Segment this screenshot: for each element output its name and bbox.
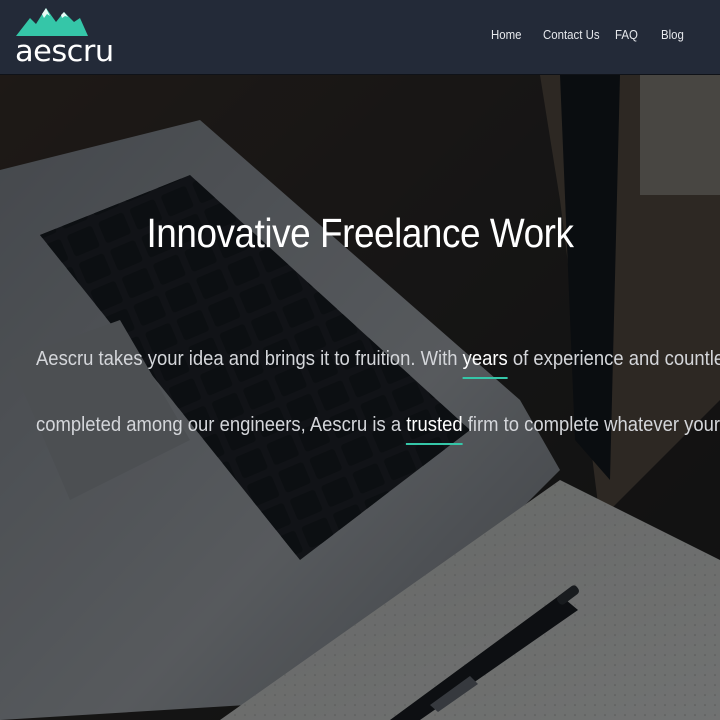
nav-home-link[interactable]: Home bbox=[491, 27, 522, 42]
hero-section: Innovative Freelance Work Aescru takes y… bbox=[0, 75, 720, 720]
hero-description-line-2: completed among our engineers, Aescru is… bbox=[36, 413, 720, 445]
line1-text-before: Aescru takes your idea and brings it to … bbox=[36, 347, 463, 370]
highlight-years: years bbox=[462, 347, 508, 379]
navbar: aescru Home Contact Us FAQ Blog bbox=[0, 0, 720, 75]
line2-text-after: firm to complete whatever your task is. bbox=[467, 413, 720, 436]
hero-description-line-1: Aescru takes your idea and brings it to … bbox=[36, 347, 720, 379]
highlight-trusted: trusted bbox=[406, 413, 463, 445]
main-nav: Home Contact Us FAQ Blog bbox=[0, 0, 720, 75]
hero-dark-overlay bbox=[0, 75, 720, 720]
line2-text-before: completed among our engineers, Aescru is… bbox=[36, 413, 407, 436]
hero-title: Innovative Freelance Work bbox=[146, 210, 574, 256]
nav-faq-link[interactable]: FAQ bbox=[615, 27, 638, 42]
nav-blog-link[interactable]: Blog bbox=[661, 27, 684, 42]
line1-text-after: of experience and countless projects bbox=[512, 347, 720, 370]
nav-contact-link[interactable]: Contact Us bbox=[543, 27, 600, 42]
